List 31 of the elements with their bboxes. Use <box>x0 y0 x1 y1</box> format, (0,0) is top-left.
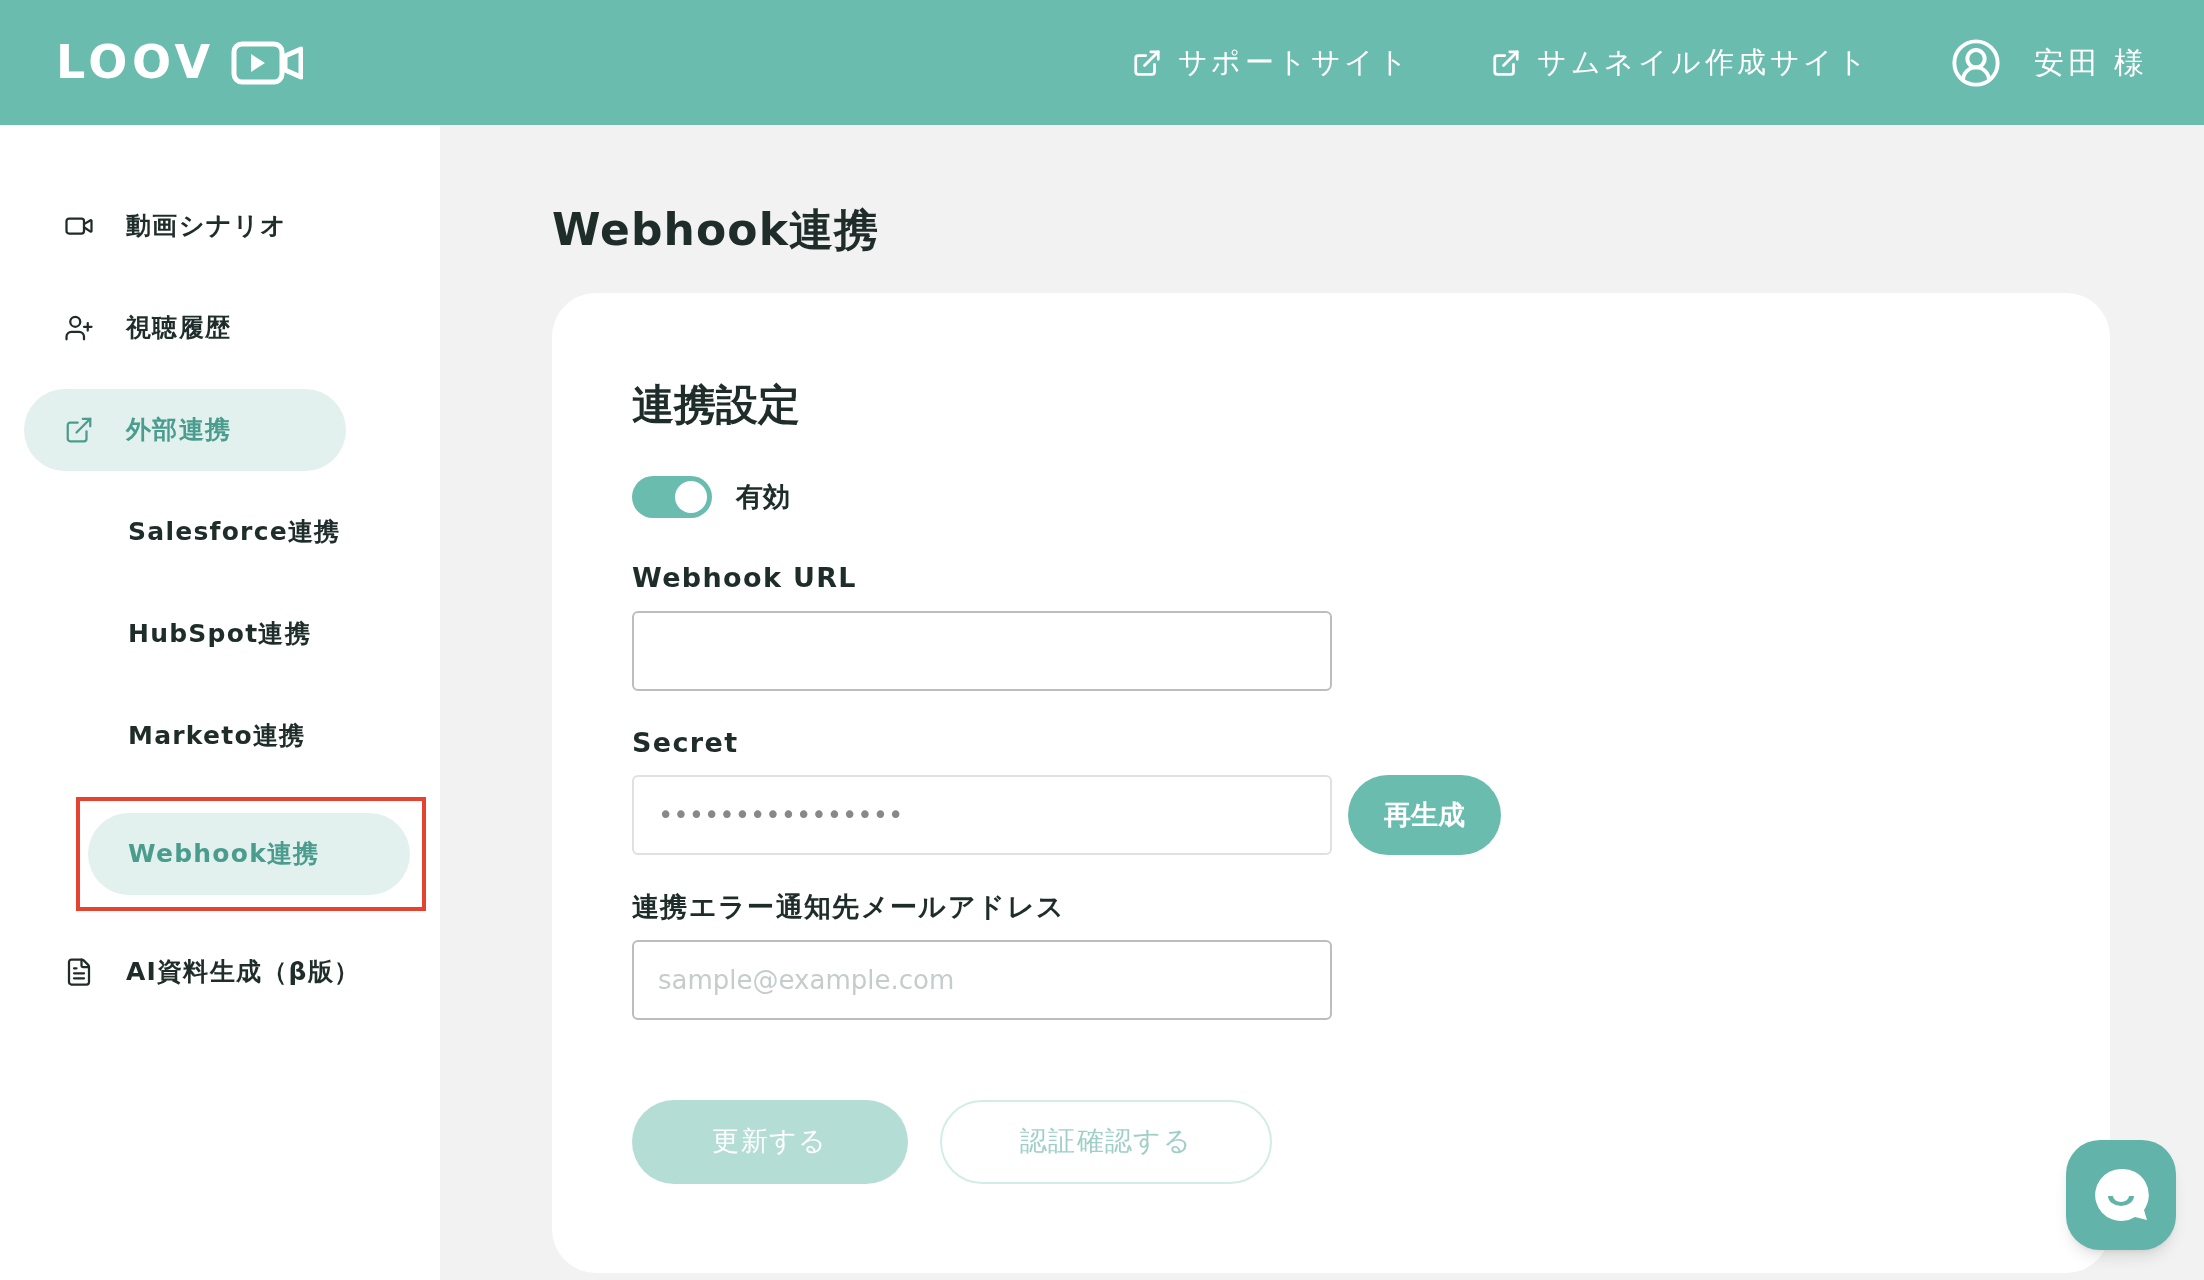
external-link-icon <box>64 415 94 445</box>
chat-button[interactable] <box>2066 1140 2176 1250</box>
logo-text: LOOV <box>56 34 215 91</box>
regenerate-button[interactable]: 再生成 <box>1348 775 1501 855</box>
sidebar-item[interactable]: 視聴履歴 <box>24 287 346 369</box>
user-avatar-icon[interactable] <box>1950 36 2003 89</box>
header-link[interactable]: サポートサイト <box>1131 40 1412 85</box>
text-field[interactable]: •••••••••••••••• <box>632 775 1332 855</box>
sidebar-item[interactable]: 外部連携 <box>24 389 346 471</box>
toggle-switch[interactable] <box>632 476 712 518</box>
sidebar-item[interactable]: 動画シナリオ <box>24 185 346 267</box>
sidebar-subitem[interactable]: Marketo連携 <box>88 695 410 777</box>
page-title: Webhook連携 <box>552 203 881 257</box>
sidebar-subitem[interactable]: HubSpot連携 <box>88 593 410 675</box>
field-label: 連携エラー通知先メールアドレス <box>632 890 1067 924</box>
toggle-label: 有効 <box>736 479 790 514</box>
video-camera-icon <box>230 40 303 85</box>
user-plus-icon <box>64 313 94 343</box>
section-title: 連携設定 <box>632 379 801 431</box>
text-field[interactable]: sample@example.com <box>632 939 1332 1020</box>
sidebar-subitem[interactable]: Salesforce連携 <box>88 491 410 573</box>
chat-bubble-icon <box>2092 1166 2150 1224</box>
user-name: 安田 様 <box>2034 44 2148 82</box>
text-field[interactable] <box>632 610 1332 691</box>
sidebar-item[interactable]: AI資料生成（β版） <box>24 931 393 1013</box>
header-link[interactable]: サムネイル作成サイト <box>1491 40 1871 85</box>
field-label: Webhook URL <box>632 561 858 595</box>
field-label: Secret <box>632 725 740 760</box>
sidebar-subitem[interactable]: Webhook連携 <box>88 813 410 895</box>
external-link-icon <box>1131 47 1162 78</box>
external-link-icon <box>1491 47 1522 78</box>
